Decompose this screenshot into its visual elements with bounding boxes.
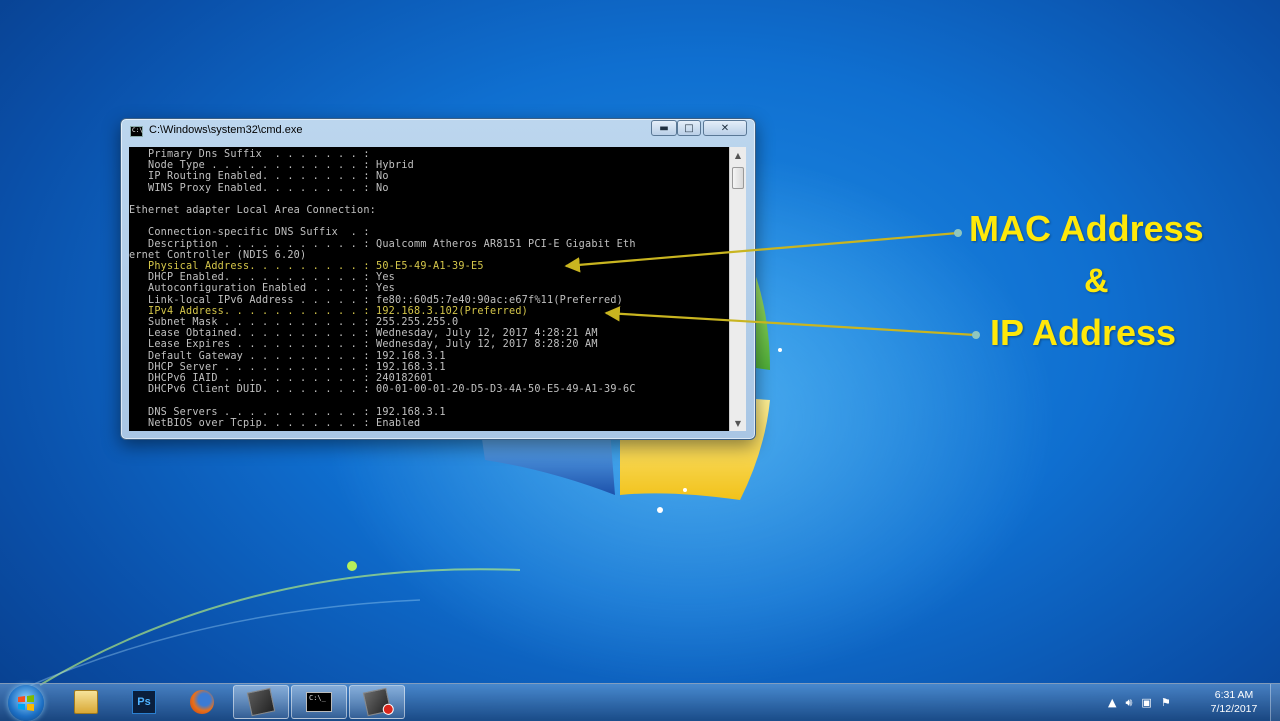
console-line: Primary Dns Suffix . . . . . . . :	[129, 149, 377, 160]
console-line: NetBIOS over Tcpip. . . . . . . . : Enab…	[129, 417, 421, 429]
console-line: Subnet Mask . . . . . . . . . . . : 255.…	[129, 317, 459, 329]
console-line: Connection-specific DNS Suffix . :	[129, 227, 377, 239]
photoshop-icon: Ps	[132, 690, 156, 714]
show-desktop-button[interactable]	[1270, 684, 1280, 721]
scroll-thumb[interactable]	[732, 167, 744, 189]
tool-icon	[246, 687, 276, 717]
window-titlebar[interactable]: C:\ C:\Windows\system32\cmd.exe ▬ □ ✕	[121, 119, 755, 143]
record-badge-icon	[381, 702, 395, 716]
taskbar-item-cmd[interactable]: C:\_	[291, 685, 347, 719]
start-button[interactable]	[8, 685, 44, 721]
cmd-icon: C:\	[130, 126, 143, 137]
ip-address-label: IP Address	[990, 312, 1177, 353]
console-line: Ethernet adapter Local Area Connection:	[129, 205, 377, 217]
console-line: Lease Obtained. . . . . . . . . . : Wedn…	[129, 328, 598, 340]
console-line: Lease Expires . . . . . . . . . . : Wedn…	[129, 339, 598, 351]
taskbar-item-explorer[interactable]	[58, 685, 114, 719]
close-button[interactable]: ✕	[703, 120, 747, 136]
taskbar-item-photoshop[interactable]: Ps	[116, 685, 172, 719]
console-line: DNS Servers . . . . . . . . . . . : 192.…	[129, 406, 446, 418]
console-line-highlighted: IPv4 Address. . . . . . . . . . . : 192.…	[129, 305, 529, 317]
wallpaper-swoosh	[19, 561, 521, 690]
mac-address-label: MAC Address	[969, 208, 1204, 249]
scroll-up-icon[interactable]: ▲	[730, 147, 746, 163]
action-center-flag-icon[interactable]: ⚑	[1161, 696, 1171, 709]
tool-icon	[362, 687, 395, 717]
console-line: DHCPv6 Client DUID. . . . . . . . : 00-0…	[129, 384, 636, 396]
console-line: DHCP Enabled. . . . . . . . . . . : Yes	[129, 272, 396, 284]
volume-icon[interactable]: 🔊︎	[1125, 696, 1132, 710]
console-line: WINS Proxy Enabled. . . . . . . . : No	[129, 182, 389, 194]
console-line: IP Routing Enabled. . . . . . . . : No	[129, 171, 389, 183]
console-line: ernet Controller (NDIS 6.20)	[129, 249, 307, 261]
cmd-window[interactable]: C:\ C:\Windows\system32\cmd.exe ▬ □ ✕ Pr…	[120, 118, 756, 440]
clock-date: 7/12/2017	[1210, 703, 1258, 715]
ampersand-label: &	[1084, 262, 1109, 300]
console-line: DHCPv6 IAID . . . . . . . . . . . : 2401…	[129, 373, 434, 385]
console-line-highlighted: Physical Address. . . . . . . . . : 50-E…	[129, 261, 484, 273]
console-line: Autoconfiguration Enabled . . . . : Yes	[129, 283, 396, 295]
console-line: Node Type . . . . . . . . . . . . : Hybr…	[129, 160, 415, 172]
console-line: Description . . . . . . . . . . . : Qual…	[129, 238, 636, 250]
network-icon[interactable]: ▣	[1141, 696, 1151, 709]
clock[interactable]: 6:31 AM 7/12/2017	[1200, 688, 1268, 716]
firefox-icon	[190, 690, 214, 714]
clock-time: 6:31 AM	[1214, 689, 1254, 701]
minimize-button[interactable]: ▬	[651, 120, 677, 136]
show-hidden-icons-icon[interactable]: ▲	[1108, 696, 1116, 709]
taskbar: Ps C:\_ ▲ 🔊︎ ▣ ⚑ 6:31 AM 7/12/2017	[0, 683, 1280, 721]
console-text: Primary Dns Suffix . . . . . . . : Node …	[129, 147, 729, 429]
console-line: DHCP Server . . . . . . . . . . . : 192.…	[129, 361, 446, 373]
folder-icon	[74, 690, 98, 714]
window-title: C:\Windows\system32\cmd.exe	[149, 124, 303, 136]
taskbar-item-tool[interactable]	[233, 685, 289, 719]
maximize-button[interactable]: □	[677, 120, 701, 136]
system-tray: ▲ 🔊︎ ▣ ⚑	[1108, 684, 1171, 721]
console-output[interactable]: Primary Dns Suffix . . . . . . . : Node …	[129, 147, 729, 431]
vertical-scrollbar[interactable]: ▲ ▼	[729, 147, 746, 431]
scroll-down-icon[interactable]: ▼	[730, 415, 746, 431]
taskbar-item-tool-2[interactable]	[349, 685, 405, 719]
taskbar-item-firefox[interactable]	[174, 685, 230, 719]
console-line: Link-local IPv6 Address . . . . . : fe80…	[129, 294, 624, 306]
console-line: Default Gateway . . . . . . . . . : 192.…	[129, 350, 446, 362]
cmd-icon: C:\_	[306, 692, 332, 712]
windows-logo-icon	[18, 695, 34, 711]
